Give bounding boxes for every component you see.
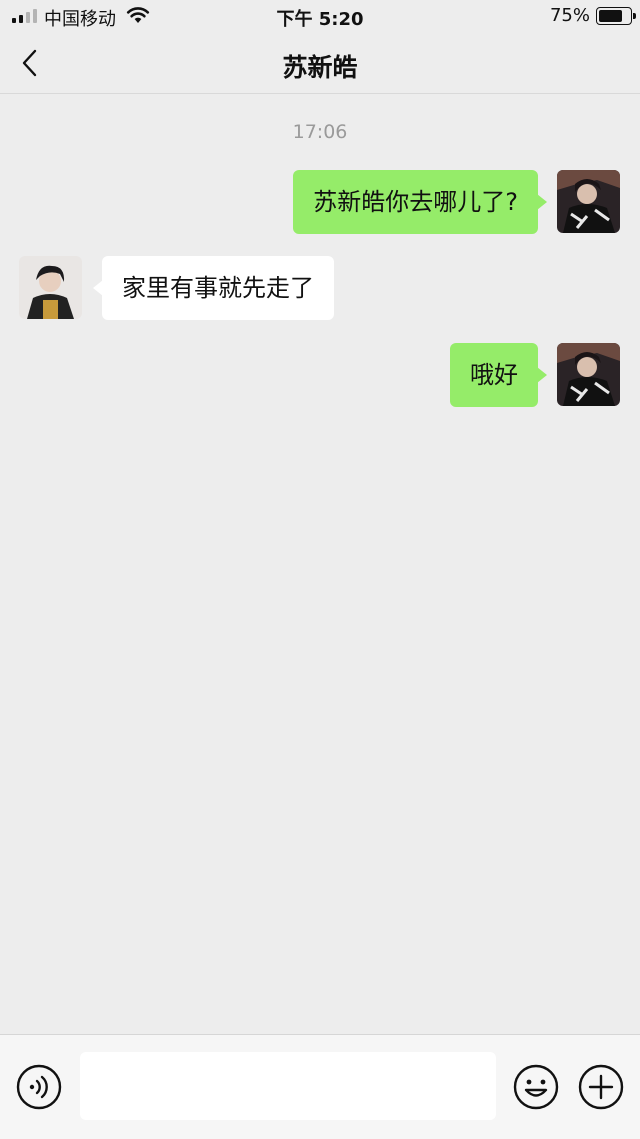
emoji-button[interactable]	[512, 1063, 560, 1111]
contact-name-title: 苏新皓	[282, 53, 358, 82]
message-input[interactable]	[80, 1052, 496, 1120]
message-timestamp: 17:06	[292, 121, 348, 143]
outgoing-message-bubble[interactable]: 苏新皓你去哪儿了?	[293, 170, 547, 234]
message-input-bar	[0, 1034, 640, 1139]
outgoing-message-bubble[interactable]: 哦好	[450, 343, 547, 407]
incoming-message-bubble[interactable]: 家里有事就先走了	[93, 256, 334, 320]
more-options-button[interactable]	[577, 1063, 625, 1111]
battery-icon	[596, 7, 636, 25]
smiley-icon	[513, 1064, 559, 1110]
contact-avatar[interactable]	[19, 256, 82, 319]
voice-icon	[16, 1064, 62, 1110]
message-text: 苏新皓你去哪儿了?	[313, 188, 518, 216]
voice-button[interactable]	[15, 1063, 63, 1111]
message-text: 家里有事就先走了	[122, 274, 314, 302]
my-avatar[interactable]	[557, 343, 620, 406]
chat-screen: 中国移动 下午 5:20 75% 苏新皓 17:06 苏新皓你去哪儿了? 家里有…	[0, 0, 640, 1139]
my-avatar[interactable]	[557, 170, 620, 233]
chat-header: 苏新皓	[0, 32, 640, 94]
clock: 下午 5:20	[276, 9, 364, 30]
battery-percent: 75%	[549, 5, 590, 26]
message-text: 哦好	[470, 361, 518, 389]
plus-icon	[578, 1064, 624, 1110]
status-bar: 中国移动 下午 5:20 75%	[0, 0, 640, 32]
